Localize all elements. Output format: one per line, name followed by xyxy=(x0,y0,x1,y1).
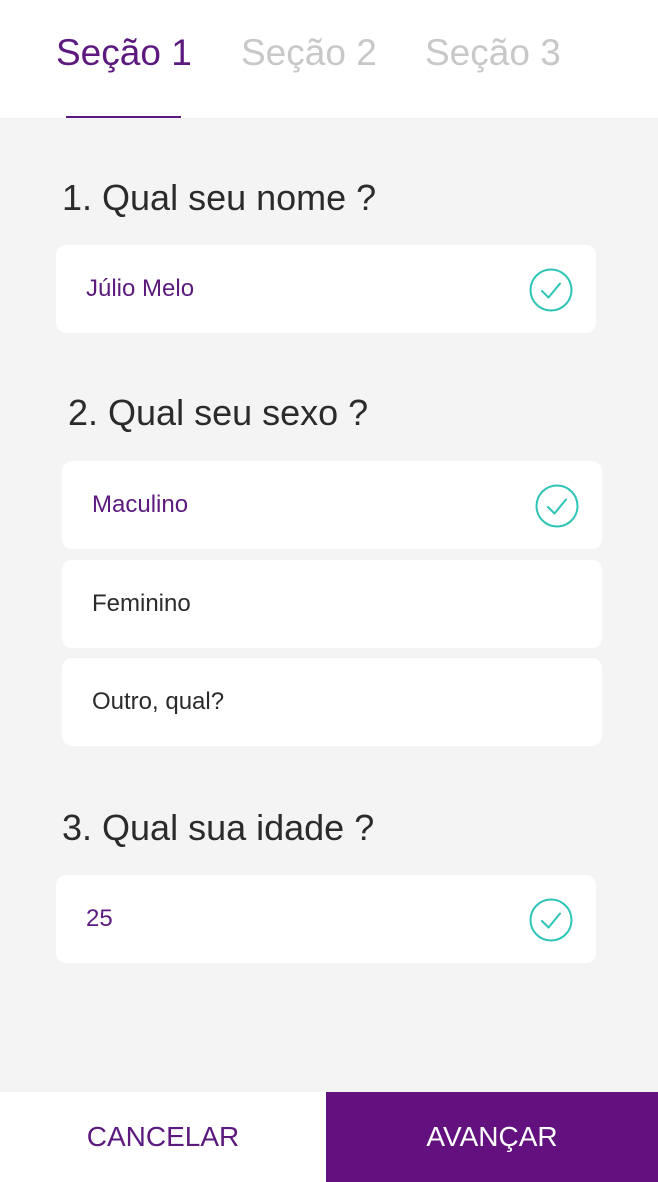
question-age-title: 3. Qual sua idade ? xyxy=(62,807,375,848)
check-circle-icon xyxy=(529,268,573,312)
option-outro-label: Outro, qual? xyxy=(92,688,225,715)
cancel-button[interactable]: CANCELAR xyxy=(0,1092,326,1182)
answer-name-field[interactable]: Júlio Melo xyxy=(56,245,596,333)
check-circle-icon xyxy=(529,898,573,942)
option-feminino[interactable]: Feminino xyxy=(62,560,602,648)
tab-section-2[interactable]: Seção 2 xyxy=(241,30,377,76)
footer-bar: CANCELAR AVANÇAR xyxy=(0,1092,658,1182)
option-outro[interactable]: Outro, qual? xyxy=(62,658,602,746)
option-masculino[interactable]: Maculino xyxy=(62,461,602,549)
answer-age-value: 25 xyxy=(86,905,113,932)
section-tabs: Seção 1 Seção 2 Seção 3 xyxy=(0,0,658,118)
answer-age-field[interactable]: 25 xyxy=(56,875,596,963)
option-feminino-label: Feminino xyxy=(92,590,191,617)
next-button[interactable]: AVANÇAR xyxy=(326,1092,658,1182)
option-masculino-label: Maculino xyxy=(92,491,189,518)
active-tab-indicator xyxy=(66,116,181,118)
tab-section-3[interactable]: Seção 3 xyxy=(425,30,561,76)
check-circle-icon xyxy=(535,484,579,528)
answer-name-value: Júlio Melo xyxy=(86,275,195,302)
tab-section-1[interactable]: Seção 1 xyxy=(56,30,192,76)
question-name-title: 1. Qual seu nome ? xyxy=(62,177,377,218)
question-sex-title: 2. Qual seu sexo ? xyxy=(68,392,369,433)
